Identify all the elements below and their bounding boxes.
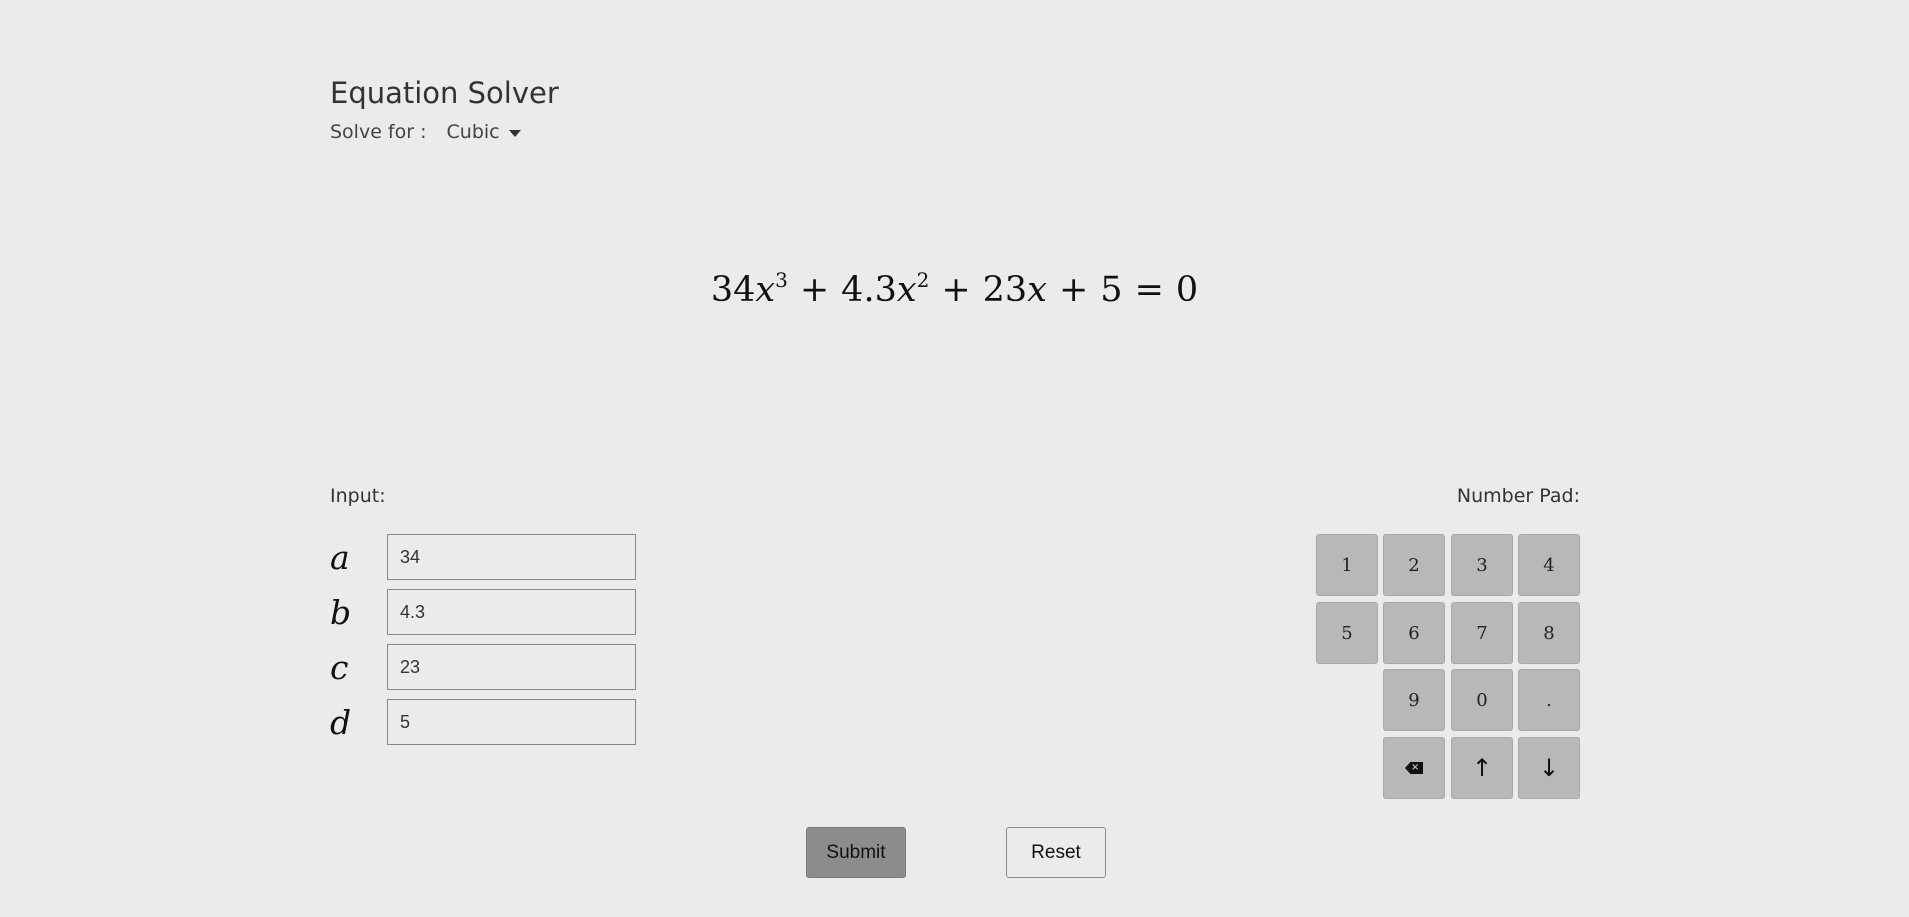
solve-for-label: Solve for :	[330, 121, 427, 143]
equation-coef-c: 23	[982, 270, 1028, 310]
coefficient-label-a: a	[330, 537, 350, 577]
decimal-point-key[interactable]: .	[1518, 669, 1580, 731]
number-key-4[interactable]: 4	[1518, 534, 1580, 596]
input-section-label: Input:	[330, 485, 386, 507]
caret-down-icon	[508, 129, 521, 137]
number-key-0[interactable]: 0	[1451, 669, 1513, 731]
number-key-6[interactable]: 6	[1383, 602, 1445, 664]
equation-coef-a: 34	[710, 270, 756, 310]
number-key-2[interactable]: 2	[1383, 534, 1445, 596]
equation-exponent: 2	[916, 268, 930, 292]
backspace-icon: ×	[1405, 762, 1423, 774]
coefficient-b-input[interactable]	[387, 589, 636, 635]
arrow-up-icon: ↑	[1471, 754, 1493, 782]
equation-rhs: 0	[1175, 270, 1199, 310]
page-title: Equation Solver	[330, 76, 559, 110]
equation-display: 34x3 +4.3x2 +23x +5 = 0	[0, 270, 1909, 310]
equation-plus: +	[941, 270, 971, 310]
solve-for-row: Solve for : Cubic	[330, 121, 521, 143]
coefficient-label-c: c	[330, 647, 349, 687]
coefficient-row-b: b	[330, 589, 636, 635]
coefficient-c-input[interactable]	[387, 644, 636, 690]
solve-for-dropdown[interactable]: Cubic	[447, 121, 521, 143]
number-key-5[interactable]: 5	[1316, 602, 1378, 664]
equation-plus: +	[1058, 270, 1089, 310]
coefficient-a-input[interactable]	[387, 534, 636, 580]
coefficient-d-input[interactable]	[387, 699, 636, 745]
equation-variable: x	[896, 270, 917, 310]
equation-equals: =	[1134, 270, 1164, 310]
number-key-7[interactable]: 7	[1451, 602, 1513, 664]
coefficient-row-d: d	[330, 699, 636, 745]
number-key-9[interactable]: 9	[1383, 669, 1445, 731]
up-arrow-key[interactable]: ↑	[1451, 737, 1513, 799]
number-key-3[interactable]: 3	[1451, 534, 1513, 596]
equation-coef-d: 5	[1100, 270, 1123, 310]
down-arrow-key[interactable]: ↓	[1518, 737, 1580, 799]
submit-button[interactable]: Submit	[806, 827, 906, 878]
number-key-1[interactable]: 1	[1316, 534, 1378, 596]
arrow-down-icon: ↓	[1538, 754, 1560, 782]
number-key-8[interactable]: 8	[1518, 602, 1580, 664]
equation-coef-b: 4.3	[841, 270, 897, 310]
coefficient-row-c: c	[330, 644, 636, 690]
equation-variable: x	[755, 270, 776, 310]
solve-for-value: Cubic	[446, 121, 500, 143]
number-pad-label: Number Pad:	[1456, 485, 1580, 507]
coefficient-label-d: d	[330, 702, 352, 742]
reset-button[interactable]: Reset	[1006, 827, 1106, 878]
equation-variable: x	[1027, 270, 1047, 310]
coefficient-row-a: a	[330, 534, 636, 580]
equation-exponent: 3	[775, 268, 788, 292]
equation-plus: +	[799, 270, 830, 310]
coefficient-label-b: b	[330, 592, 352, 632]
backspace-key[interactable]: ×	[1383, 737, 1445, 799]
